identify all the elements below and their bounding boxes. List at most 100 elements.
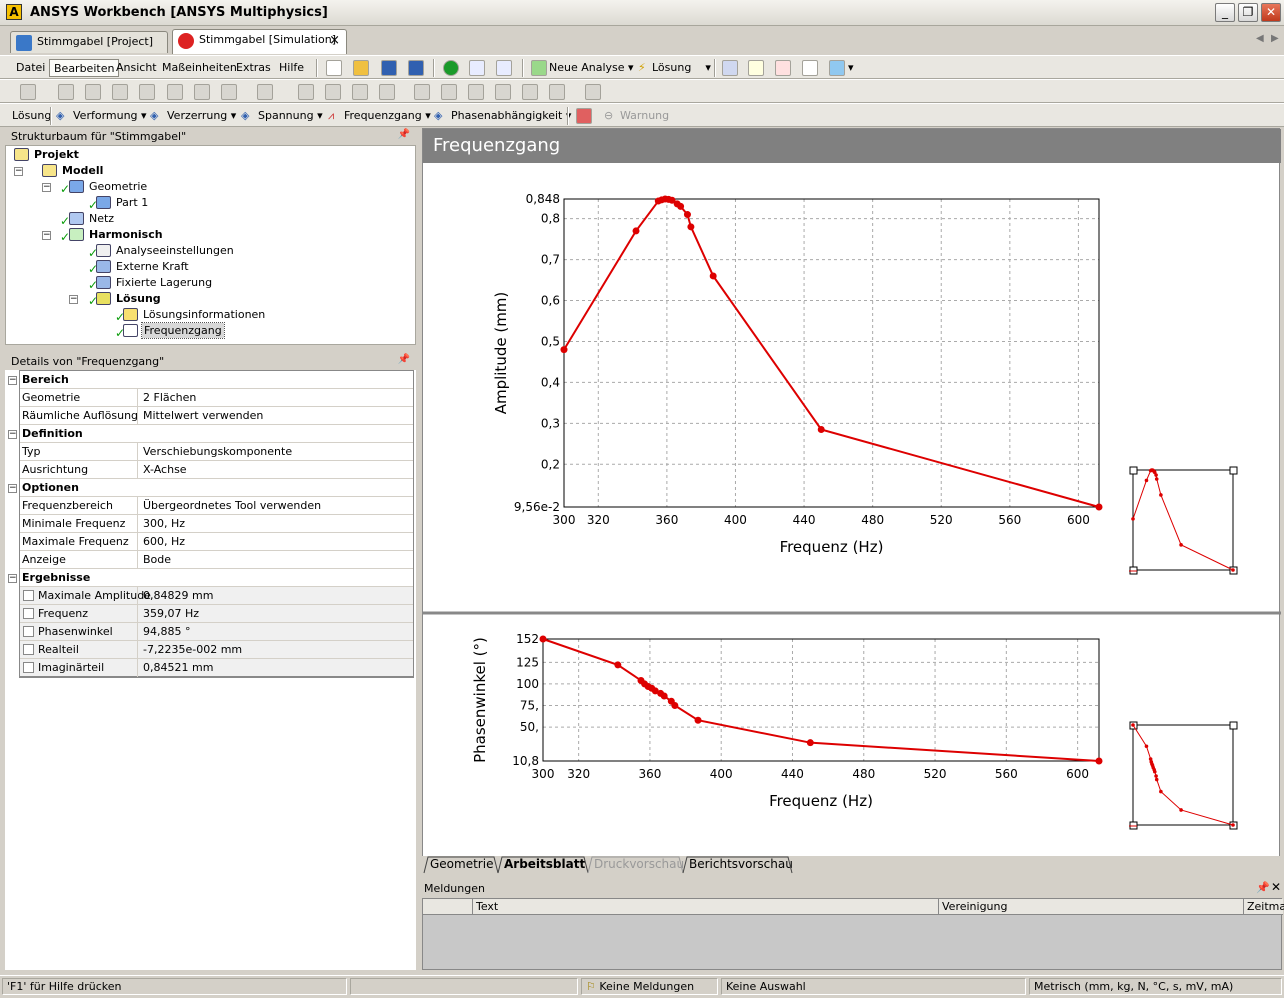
zoom-box-icon[interactable] (379, 84, 395, 100)
column-header-blank[interactable] (423, 899, 473, 915)
select-point-icon[interactable] (58, 84, 74, 100)
image-icon[interactable] (829, 60, 845, 76)
detail-row[interactable]: Geometrie 2 Flächen (19, 389, 414, 407)
group-bereich[interactable]: Bereich (19, 371, 414, 389)
check-solve-icon[interactable] (443, 60, 459, 76)
detail-row[interactable]: Typ Verschiebungskomponente (19, 443, 414, 461)
zoom-fit-icon[interactable] (414, 84, 430, 100)
phase-response-button[interactable]: Phasenabhängigkeit ▾ (451, 109, 571, 122)
detail-row[interactable]: Maximale Amplitude 0,84829 mm (19, 587, 414, 605)
deformation-button[interactable]: Verformung ▾ (73, 109, 147, 122)
collapse-icon[interactable]: − (42, 231, 51, 240)
column-header-zeitmarke[interactable]: Zeitmar (1244, 899, 1284, 915)
parameter-checkbox[interactable] (23, 644, 34, 655)
tab-simulation[interactable]: Stimmgabel [Simulation] × (172, 29, 347, 54)
tab-project[interactable]: Stimmgabel [Project] (10, 31, 168, 53)
warning-button[interactable]: Warnung (620, 109, 669, 122)
detail-row[interactable]: Minimale Frequenz 300, Hz (19, 515, 414, 533)
detail-row[interactable]: Phasenwinkel 94,885 ° (19, 623, 414, 641)
column-header-text[interactable]: Text (473, 899, 939, 915)
collapse-icon[interactable]: − (8, 484, 17, 493)
detail-row[interactable]: Anzeige Bode (19, 551, 414, 569)
table-icon[interactable] (722, 60, 738, 76)
pin-icon[interactable]: 📌 (398, 129, 410, 140)
detail-row[interactable]: Räumliche Auflösung Mittelwert verwenden (19, 407, 414, 425)
select-face-icon[interactable] (112, 84, 128, 100)
collapse-icon[interactable]: − (8, 376, 17, 385)
select-arrow-icon[interactable] (20, 84, 36, 100)
select-body-icon[interactable] (139, 84, 155, 100)
minimize-button[interactable]: _ (1215, 3, 1235, 22)
group-optionen[interactable]: Optionen (19, 479, 414, 497)
maximize-button[interactable]: ❐ (1238, 3, 1258, 22)
close-tab-icon[interactable]: × (329, 33, 340, 48)
previous-view-icon[interactable] (468, 84, 484, 100)
isometric-view-icon[interactable] (522, 84, 538, 100)
detail-row[interactable]: Realteil -7,2235e-002 mm (19, 641, 414, 659)
pan-icon[interactable] (325, 84, 341, 100)
zoom-icon[interactable] (352, 84, 368, 100)
tab-scroll-left-icon[interactable]: ◀ (1256, 33, 1264, 44)
close-window-button[interactable]: ✕ (1261, 3, 1281, 22)
menu-datei[interactable]: Datei (12, 59, 49, 77)
select-solid-icon[interactable] (221, 84, 237, 100)
stress-button[interactable]: Spannung ▾ (258, 109, 323, 122)
parameter-checkbox[interactable] (23, 662, 34, 673)
tree-node-analyseeinstellungen[interactable]: Analyseeinstellungen (116, 243, 234, 258)
parameter-checkbox[interactable] (23, 608, 34, 619)
detail-row[interactable]: Frequenz 359,07 Hz (19, 605, 414, 623)
tree-node-netz[interactable]: Netz (89, 211, 114, 226)
tree-node-frequenzgang[interactable]: Frequenzgang (141, 322, 225, 339)
collapse-icon[interactable]: − (42, 183, 51, 192)
collapse-icon[interactable]: − (8, 430, 17, 439)
magnify-icon[interactable] (441, 84, 457, 100)
column-header-vereinigung[interactable]: Vereinigung (939, 899, 1244, 915)
new-analysis-button[interactable]: Neue Analyse ▾ (549, 61, 634, 74)
status-messages[interactable]: ⚐ Keine Meldungen (581, 978, 718, 995)
detail-row[interactable]: Maximale Frequenz 600, Hz (19, 533, 414, 551)
collapse-icon[interactable]: − (69, 295, 78, 304)
strain-button[interactable]: Verzerrung ▾ (167, 109, 236, 122)
tree-node-modell[interactable]: Modell (62, 163, 103, 178)
select-multi-icon[interactable] (194, 84, 210, 100)
view-settings-icon[interactable] (549, 84, 565, 100)
menu-extras[interactable]: Extras (232, 59, 275, 77)
menu-masseinheiten[interactable]: Maßeinheiten (158, 59, 241, 77)
frequency-response-button[interactable]: Frequenzgang ▾ (344, 109, 431, 122)
menu-hilfe[interactable]: Hilfe (275, 59, 308, 77)
collapse-icon[interactable]: − (14, 167, 23, 176)
tree-node-part-1[interactable]: Part 1 (116, 195, 148, 210)
tree-node-losung[interactable]: Lösung (116, 291, 161, 306)
solution-info-icon[interactable] (576, 108, 592, 124)
extend-icon[interactable] (257, 84, 273, 100)
tree-node-harmonisch[interactable]: Harmonisch (89, 227, 163, 242)
label-abc-icon[interactable] (748, 60, 764, 76)
collapse-icon[interactable]: − (8, 574, 17, 583)
parameter-checkbox[interactable] (23, 626, 34, 637)
save-icon[interactable] (381, 60, 397, 76)
detail-row[interactable]: Imaginärteil 0,84521 mm (19, 659, 414, 677)
status-units[interactable]: Metrisch (mm, kg, N, °C, s, mV, mA) (1029, 978, 1282, 995)
select-cube-icon[interactable] (167, 84, 183, 100)
menu-ansicht[interactable]: Ansicht (112, 59, 161, 77)
select-edge-icon[interactable] (85, 84, 101, 100)
chart-icon[interactable] (469, 60, 485, 76)
tree-node-externe-kraft[interactable]: Externe Kraft (116, 259, 189, 274)
text-annotation-icon[interactable] (802, 60, 818, 76)
close-panel-icon[interactable]: ✕ (1271, 880, 1281, 894)
graph-icon[interactable] (775, 60, 791, 76)
worksheet-icon[interactable] (496, 60, 512, 76)
tab-scroll-right-icon[interactable]: ▶ (1271, 33, 1279, 44)
tree-node-geometrie[interactable]: Geometrie (89, 179, 147, 194)
save-all-icon[interactable] (408, 60, 424, 76)
group-ergebnisse[interactable]: Ergebnisse (19, 569, 414, 587)
new-file-icon[interactable] (326, 60, 342, 76)
detail-row[interactable]: Frequenzbereich Übergeordnetes Tool verwe… (19, 497, 414, 515)
next-view-icon[interactable] (495, 84, 511, 100)
group-definition[interactable]: Definition (19, 425, 414, 443)
viewport-icon[interactable] (585, 84, 601, 100)
rotate-icon[interactable] (298, 84, 314, 100)
solve-button[interactable]: Lösung ▾ (652, 61, 711, 74)
menu-bearbeiten[interactable]: Bearbeiten (49, 59, 120, 77)
tree-node-losungsinformationen[interactable]: Lösungsinformationen (143, 307, 265, 322)
